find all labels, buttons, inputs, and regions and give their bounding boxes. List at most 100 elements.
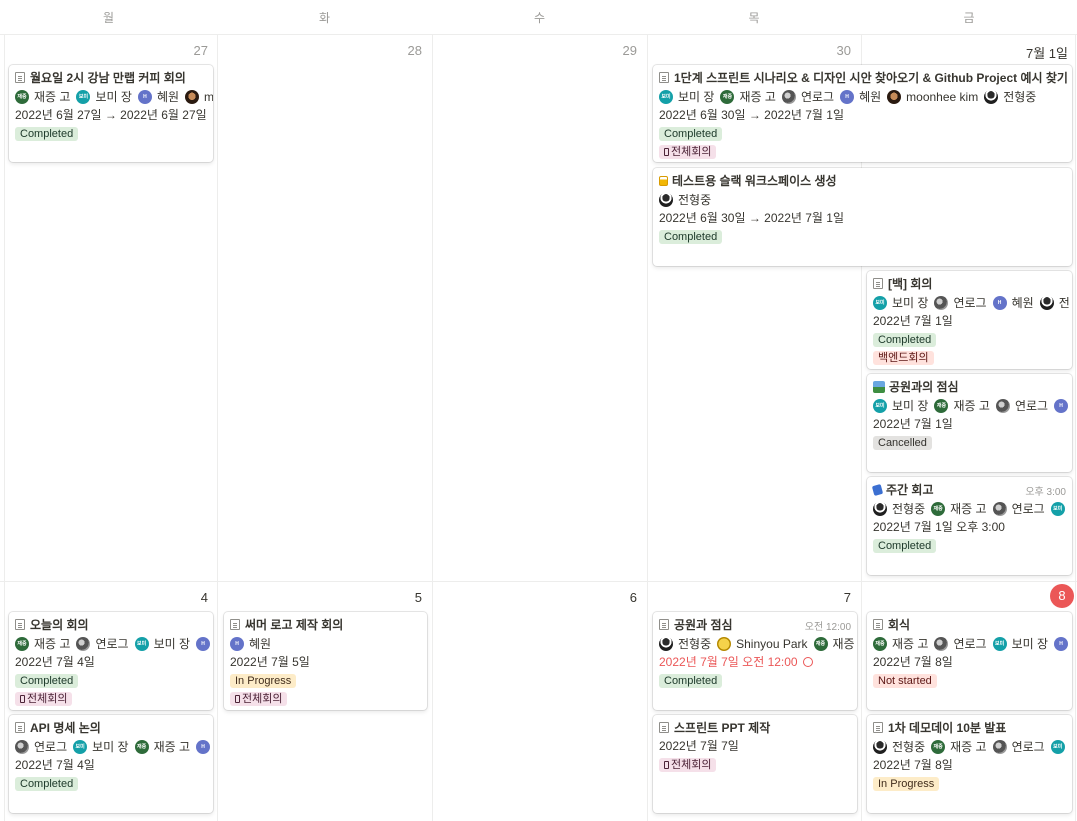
book-icon: [871, 483, 884, 496]
event-date: 2022년 7월 8일: [873, 758, 953, 772]
avatar: [659, 192, 673, 207]
person: 보미: [1050, 501, 1070, 516]
person: 연로그: [992, 500, 1045, 517]
weekday-wed: 수: [533, 11, 546, 25]
event-card[interactable]: 주간 회고 오후 3:00 전형중 재증 재증 고 연로그 보미 2022년 7월 …: [867, 477, 1072, 575]
event-card[interactable]: 스프린트 PPT 제작 2022년 7월 7일 전체회의: [653, 715, 857, 813]
category-badge: 전체회의: [659, 145, 717, 159]
person: 보미 보미 장: [76, 88, 132, 105]
person: 재증재증 고: [934, 397, 990, 414]
park-icon: [873, 380, 885, 393]
day-number: 4: [200, 590, 208, 605]
avatar: 재증: [813, 636, 828, 651]
avatar: H: [196, 739, 211, 754]
avatar: [717, 636, 732, 651]
avatar: 보미: [992, 636, 1007, 651]
person: moonhee kim: [887, 89, 978, 104]
event-title: 오늘의 회의: [30, 618, 89, 632]
day-number: 6: [629, 590, 637, 605]
event-title: 주간 회고: [886, 483, 934, 497]
event-card[interactable]: 회식 재증 재증 고 연로그 보미 보미 장 H 2022년 7월 8일 Not s…: [867, 612, 1072, 710]
status-badge: Completed: [15, 127, 79, 141]
event-card[interactable]: 공원과 점심 오전 12:00 전형중 Shinyou Park 재증재증 고 2…: [653, 612, 857, 710]
avatar: 재증: [931, 501, 946, 516]
people-list: 보미 보미 장 재증 재증 고 연로그 H 혜원 moonhee kim 전형중: [659, 87, 1066, 106]
avatar: [185, 89, 200, 104]
grid-line: [647, 35, 648, 821]
day-number: 5: [414, 590, 422, 605]
avatar: 보미: [73, 739, 88, 754]
event-date: 2022년 7월 7일: [659, 739, 739, 753]
event-title: 회식: [888, 618, 911, 632]
status-badge: Completed: [873, 333, 937, 347]
page-icon: [659, 72, 669, 83]
event-card[interactable]: 오늘의 회의 재증 재증 고 연로그 보미 보미 장 H 2022년 7월 4일 C…: [9, 612, 213, 710]
people-list: 재증 재증 고 연로그 보미 보미 장 H: [15, 634, 211, 653]
event-date: 2022년 7월 5일: [230, 655, 310, 669]
category-badge: 전체회의: [230, 692, 288, 706]
event-card[interactable]: 1단계 스프린트 시나리오 & 디자인 시안 찾아오기 & Github Pro…: [653, 65, 1072, 162]
event-card[interactable]: 공원과의 점심 보미 보미 장 재증 재증 고 연로그 H 2022년 7월 1일 …: [867, 374, 1072, 472]
person: H 혜원: [992, 294, 1034, 311]
people-list: 재증 재증 고 보미 보미 장 H 혜원 m: [15, 87, 213, 106]
door-icon: [20, 695, 25, 703]
event-card[interactable]: [백] 회의 보미 보미 장 연로그 H 혜원 전 2022년 7월 1일 Comp…: [867, 271, 1072, 369]
avatar: [995, 398, 1010, 413]
weekday-mon: 월: [102, 11, 115, 25]
avatar: H: [1054, 636, 1069, 651]
status-badge: Completed: [659, 127, 723, 141]
door-icon: [235, 695, 240, 703]
weekday-tue: 화: [318, 11, 331, 25]
person: 전형중: [659, 635, 711, 652]
event-title: 써머 로고 제작 회의: [245, 618, 344, 632]
avatar: H: [1054, 398, 1069, 413]
event-card[interactable]: 테스트용 슬랙 워크스페이스 생성 전형중 2022년 6월 30일 → 202…: [653, 168, 1072, 266]
person: 전: [1039, 294, 1070, 311]
avatar: 재증: [720, 89, 735, 104]
event-date: 2022년 7월 4일: [15, 655, 95, 669]
avatar: [76, 636, 91, 651]
person: 전형중: [984, 88, 1036, 105]
avatar: [781, 89, 796, 104]
event-title: 1차 데모데이 10분 발표: [888, 721, 1007, 735]
person: 연로그: [15, 738, 67, 755]
event-card[interactable]: 월요일 2시 강남 만랩 커피 회의 재증 재증 고 보미 보미 장 H 혜원 m 2…: [9, 65, 213, 162]
category-badge: 전체회의: [659, 758, 717, 772]
day-number: 29: [622, 43, 637, 58]
people-list: 재증 재증 고 연로그 보미 보미 장 H: [873, 634, 1069, 653]
status-badge: Completed: [659, 230, 723, 244]
event-title: 테스트용 슬랙 워크스페이스 생성: [672, 174, 837, 188]
avatar: H: [840, 89, 855, 104]
person: 보미 보미 장: [134, 635, 190, 652]
person: 연로그: [76, 635, 129, 652]
person: H: [196, 739, 213, 754]
event-card[interactable]: 1차 데모데이 10분 발표 전형중 재증 재증 고 연로그 보미 2022년 7…: [867, 715, 1072, 813]
avatar: [873, 739, 887, 754]
status-badge: Completed: [15, 674, 79, 688]
avatar: 보미: [134, 636, 149, 651]
grid-line: [217, 35, 218, 821]
person: H: [1054, 398, 1072, 413]
event-date: 2022년 7월 4일: [15, 758, 95, 772]
event-title: 스프린트 PPT 제작: [674, 721, 771, 735]
page-icon: [659, 619, 669, 630]
person: m: [185, 89, 213, 104]
avatar: [15, 739, 29, 754]
people-list: 연로그 보미 보미 장 재증 재증 고 H: [15, 737, 211, 756]
page-icon: [873, 278, 883, 289]
person: 연로그: [992, 738, 1045, 755]
avatar: 보미: [1050, 739, 1065, 754]
person: 보미 보미 장: [992, 635, 1048, 652]
day-number: 27: [193, 43, 208, 58]
avatar: 재증: [931, 739, 946, 754]
event-date: 2022년 6월 30일 → 2022년 7월 1일: [659, 108, 845, 122]
event-card[interactable]: 써머 로고 제작 회의 H 혜원 2022년 7월 5일 In Progress …: [224, 612, 427, 710]
grid-line: [432, 35, 433, 821]
people-list: 보미 보미 장 재증 재증 고 연로그 H: [873, 396, 1069, 415]
status-badge: In Progress: [873, 777, 940, 791]
day-number: 28: [407, 43, 422, 58]
status-badge: Completed: [15, 777, 79, 791]
event-card[interactable]: API 명세 논의 연로그 보미 보미 장 재증 재증 고 H 2022년 7월 4…: [9, 715, 213, 813]
avatar: [659, 636, 673, 651]
day-number: 7월 1일: [1026, 46, 1068, 61]
